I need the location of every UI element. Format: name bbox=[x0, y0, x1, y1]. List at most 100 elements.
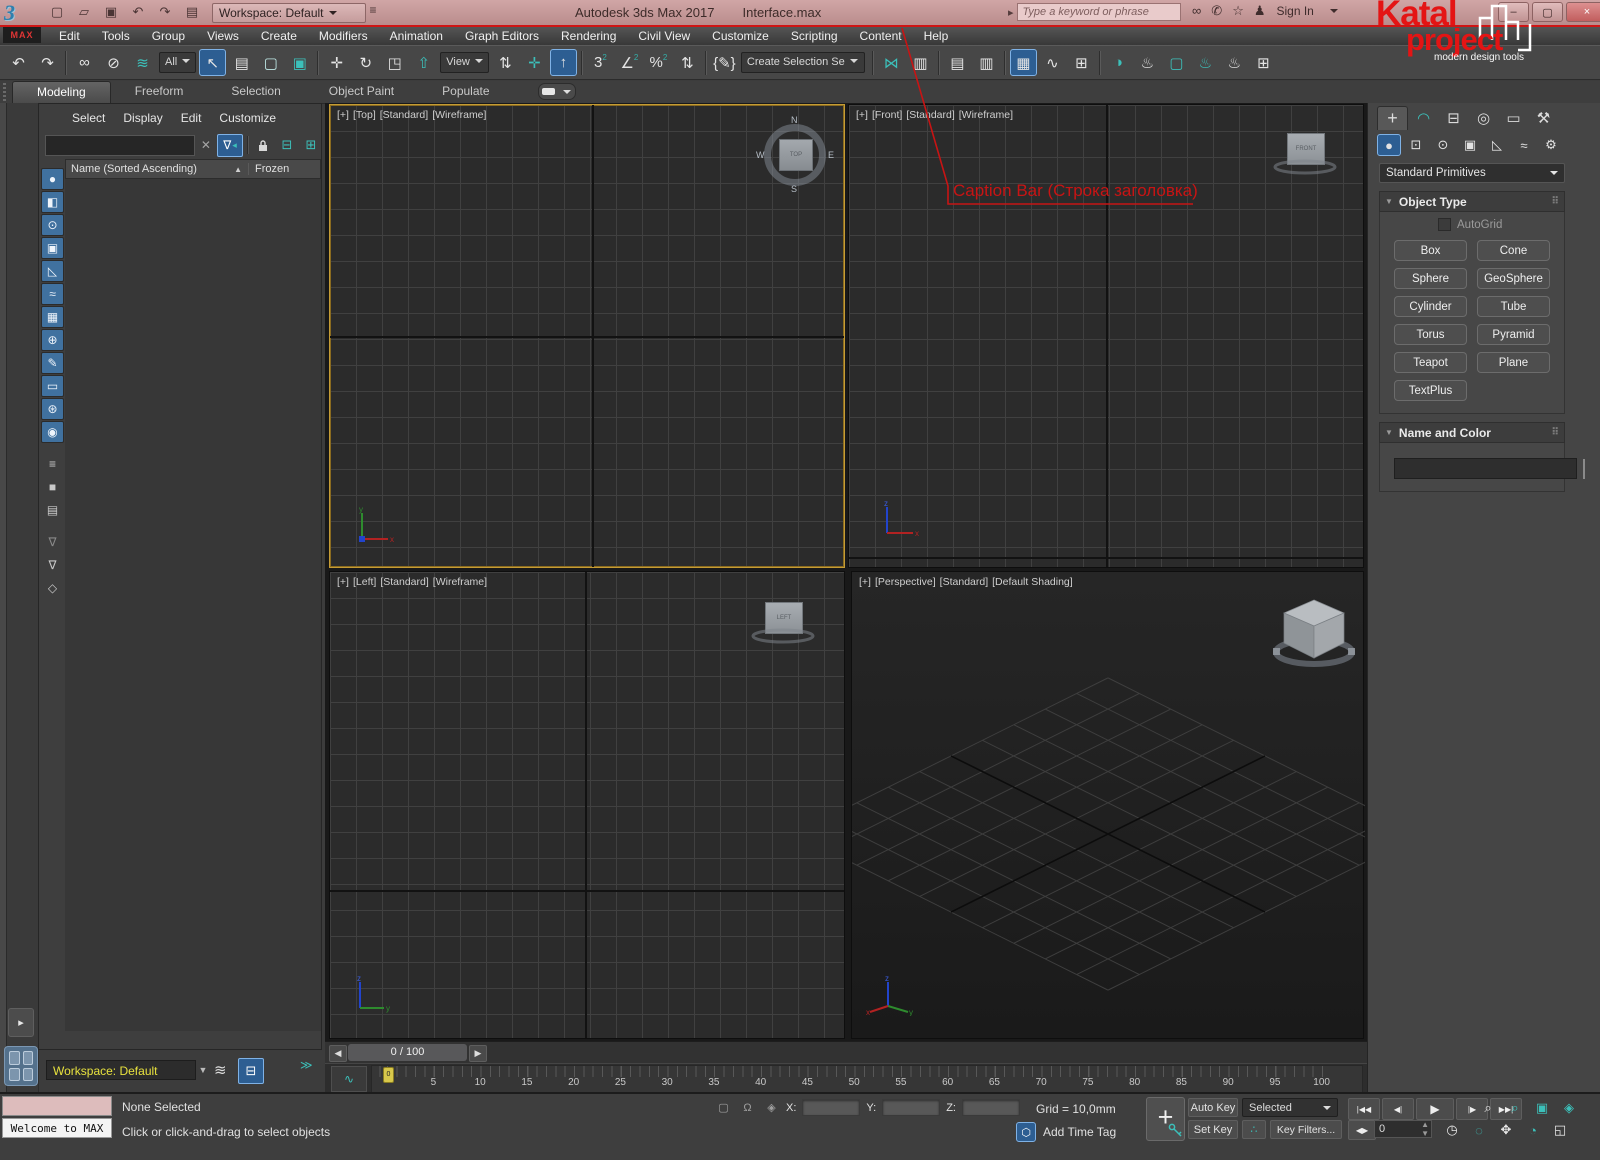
snap-3d-icon[interactable]: 32 bbox=[587, 49, 614, 76]
viewport-label-segment[interactable]: [Wireframe] bbox=[433, 576, 487, 588]
menu-item[interactable]: Tools bbox=[91, 27, 141, 45]
spinner-snap-icon[interactable]: ⇅ bbox=[674, 49, 701, 76]
rollout-header[interactable]: ▼ Object Type ⠿ bbox=[1379, 191, 1565, 212]
explorer-display-spacewarps-icon[interactable]: ≈ bbox=[41, 283, 64, 305]
prev-frame-button[interactable]: ◀| bbox=[1382, 1098, 1414, 1120]
key-mode-icon[interactable]: ∴ bbox=[1242, 1120, 1266, 1139]
create-shapes-icon[interactable]: ⊡ bbox=[1404, 134, 1428, 156]
unlink-selection-icon[interactable]: ⊘ bbox=[100, 49, 127, 76]
sign-in-caret-icon[interactable] bbox=[1325, 4, 1338, 18]
explorer-display-visibility-icon[interactable]: ◉ bbox=[41, 421, 64, 443]
explorer-menu[interactable]: Display bbox=[114, 111, 171, 125]
expand-rail-button[interactable]: ▸ bbox=[8, 1008, 34, 1037]
explorer-display-containers-icon[interactable]: ▭ bbox=[41, 375, 64, 397]
explorer-display-bones-icon[interactable]: ✎ bbox=[41, 352, 64, 374]
menu-item[interactable]: Scripting bbox=[780, 27, 849, 45]
primitive-button[interactable]: Torus bbox=[1394, 324, 1467, 345]
ribbon-tab[interactable]: Object Paint bbox=[305, 81, 418, 102]
column-frozen[interactable]: Frozen bbox=[248, 163, 315, 175]
workspace-caret-icon[interactable]: ▼ bbox=[196, 1060, 210, 1080]
frame-forward-button[interactable]: ▶ bbox=[469, 1045, 487, 1062]
drag-dots-icon[interactable]: ⠿ bbox=[1551, 427, 1559, 438]
primitive-button[interactable]: Box bbox=[1394, 240, 1467, 261]
set-keys-button[interactable]: + bbox=[1146, 1097, 1185, 1141]
close-button[interactable]: × bbox=[1566, 2, 1600, 22]
viewport-label-segment[interactable]: [Top] bbox=[353, 109, 376, 121]
primitive-button[interactable]: Pyramid bbox=[1477, 324, 1550, 345]
menu-item[interactable]: Group bbox=[141, 27, 196, 45]
viewport-label-segment[interactable]: [Standard] bbox=[940, 576, 988, 588]
viewport-label-segment[interactable]: [+] bbox=[337, 576, 349, 588]
time-ruler[interactable]: 5 10 15 20 25 30 35 40 45 50 55 60 65 70 75 80 85 90 95 100… bbox=[371, 1065, 1363, 1093]
column-name[interactable]: Name (Sorted Ascending) bbox=[71, 163, 228, 175]
zoom-icon[interactable]: ⌕ bbox=[1476, 1098, 1500, 1118]
explorer-display-geometry-icon[interactable]: ◧ bbox=[41, 191, 64, 213]
tab-create[interactable]: + bbox=[1377, 106, 1408, 130]
align-icon[interactable]: ▥ bbox=[907, 49, 934, 76]
prev-next-key-icon[interactable]: ◀▶ bbox=[1348, 1120, 1376, 1140]
curve-editor-icon[interactable]: ∿ bbox=[1039, 49, 1066, 76]
dock-edge[interactable] bbox=[0, 103, 7, 1092]
play-button[interactable]: ▶ bbox=[1416, 1098, 1454, 1120]
explorer-hidden-list-icon[interactable]: ▤ bbox=[41, 499, 64, 521]
create-spacewarps-icon[interactable]: ≈ bbox=[1512, 134, 1536, 156]
open-file-button[interactable]: ▱ bbox=[73, 2, 95, 22]
ribbon-grip[interactable] bbox=[3, 83, 6, 101]
rendered-frame-window-icon[interactable]: ▢ bbox=[1163, 49, 1190, 76]
redo-icon[interactable]: ↷ bbox=[34, 49, 61, 76]
reference-coordinate-dropdown[interactable]: View bbox=[440, 52, 489, 73]
explorer-layer-view-icon[interactable]: ⊞ bbox=[301, 135, 321, 155]
create-cameras-icon[interactable]: ▣ bbox=[1458, 134, 1482, 156]
snaps-toggle-icon[interactable]: ↑ bbox=[549, 49, 577, 76]
primitive-button[interactable]: Plane bbox=[1477, 352, 1550, 373]
current-frame-spinner[interactable]: ▲▼ bbox=[1374, 1120, 1432, 1138]
zoom-extents-all-icon[interactable]: ◈ bbox=[1557, 1098, 1581, 1118]
go-start-button[interactable]: |◀◀ bbox=[1348, 1098, 1380, 1120]
viewport-label-segment[interactable]: [Standard] bbox=[380, 576, 428, 588]
menu-item[interactable]: Customize bbox=[701, 27, 780, 45]
explorer-filter-button[interactable]: ∇ ◂ bbox=[216, 133, 244, 157]
selection-lock-icon[interactable]: Ω bbox=[738, 1099, 757, 1116]
zoom-region-icon[interactable]: ◌ bbox=[1467, 1120, 1491, 1140]
menu-item[interactable]: Edit bbox=[48, 27, 91, 45]
autogrid-checkbox-row[interactable]: AutoGrid bbox=[1438, 218, 1564, 231]
selection-region-icon[interactable]: ▢ bbox=[714, 1099, 733, 1116]
viewport-front[interactable]: [+] [Front] [Standard] [Wireframe] FRONT z … bbox=[848, 104, 1364, 568]
key-filters-button[interactable]: Key Filters... bbox=[1270, 1120, 1342, 1139]
create-systems-icon[interactable]: ⚙ bbox=[1539, 134, 1563, 156]
sort-arrow-icon[interactable]: ▲ bbox=[234, 165, 242, 174]
max-logo-chip[interactable]: MAX bbox=[3, 27, 41, 43]
schematic-view-icon[interactable]: ⊞ bbox=[1068, 49, 1095, 76]
maxscript-mini-listener[interactable] bbox=[2, 1096, 112, 1116]
select-link-icon[interactable]: ∞ bbox=[71, 49, 98, 76]
explorer-menu[interactable]: Customize bbox=[210, 111, 285, 125]
y-coordinate-field[interactable] bbox=[882, 1099, 941, 1116]
overflow-chevrons-icon[interactable]: ≫ bbox=[300, 1058, 313, 1072]
render-setup-icon[interactable]: ♨ bbox=[1134, 49, 1161, 76]
primitive-button[interactable]: Tube bbox=[1477, 296, 1550, 317]
signin-person-icon[interactable]: ♟ bbox=[1254, 3, 1266, 19]
mirror-icon[interactable]: ⋈ bbox=[878, 49, 905, 76]
undo-button[interactable]: ↶ bbox=[127, 2, 149, 22]
viewport-label-segment[interactable]: [Standard] bbox=[906, 109, 954, 121]
minimize-button[interactable]: – bbox=[1498, 2, 1529, 22]
viewport-label-segment[interactable]: [Front] bbox=[872, 109, 902, 121]
drag-dots-icon[interactable]: ⠿ bbox=[1551, 196, 1559, 207]
frame-back-button[interactable]: ◀ bbox=[329, 1045, 347, 1062]
layer-explorer-toggle-icon[interactable]: ▥ bbox=[973, 49, 1000, 76]
tab-modify[interactable]: ◠ bbox=[1409, 106, 1438, 129]
viewport-label-segment[interactable]: [+] bbox=[859, 576, 871, 588]
create-lights-icon[interactable]: ⊙ bbox=[1431, 134, 1455, 156]
explorer-frozen-list-icon[interactable]: ■ bbox=[41, 476, 64, 498]
viewport-label-segment[interactable]: [Standard] bbox=[380, 109, 428, 121]
explorer-list-body[interactable] bbox=[65, 179, 321, 1031]
menu-item[interactable]: Modifiers bbox=[308, 27, 379, 45]
workspace-menu-icon[interactable]: ≡ bbox=[364, 3, 382, 21]
workspace-dropdown[interactable]: Workspace: Default bbox=[212, 3, 366, 23]
x-coordinate-field[interactable] bbox=[802, 1099, 861, 1116]
select-scale-icon[interactable]: ◳ bbox=[381, 49, 408, 76]
select-rotate-icon[interactable]: ↻ bbox=[352, 49, 379, 76]
explorer-filters-icon[interactable]: ∇ bbox=[41, 554, 64, 576]
add-time-tag[interactable]: Add Time Tag bbox=[1043, 1125, 1116, 1139]
favorites-icon[interactable]: ☆ bbox=[1232, 3, 1244, 19]
